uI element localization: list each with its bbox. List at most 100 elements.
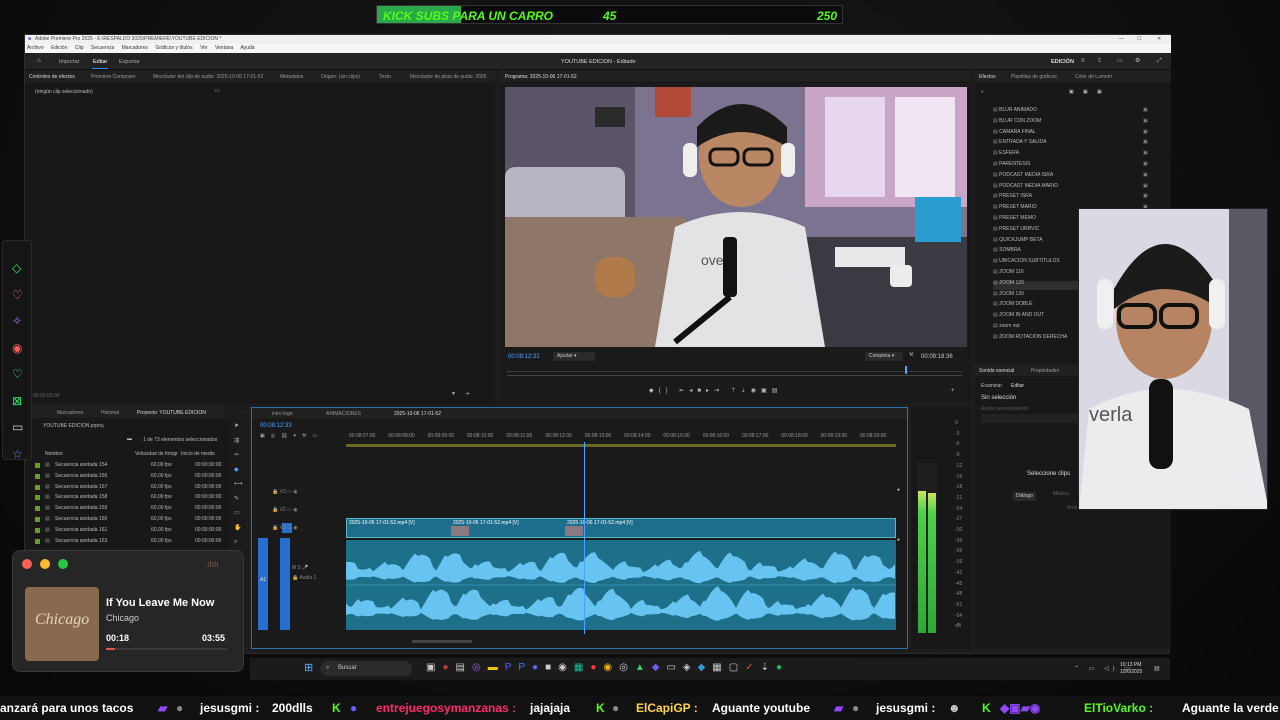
tab-exportar[interactable]: Exportar bbox=[119, 59, 140, 65]
a1-source-patch[interactable] bbox=[258, 538, 268, 630]
col-start[interactable]: Inicio de medio bbox=[181, 452, 215, 457]
minimize-dot[interactable] bbox=[40, 559, 50, 569]
work-area-bar[interactable] bbox=[346, 444, 896, 447]
tab-importar[interactable]: Importar bbox=[59, 59, 79, 65]
tab-premiere-composer[interactable]: Premiere Composer bbox=[91, 74, 136, 80]
app-green-icon[interactable]: ▲ bbox=[635, 662, 652, 673]
zoom-tool-icon[interactable]: ⌕ bbox=[234, 535, 243, 550]
32bit-icon[interactable]: ▣ bbox=[1083, 90, 1088, 95]
discord-icon[interactable]: ● bbox=[532, 662, 545, 673]
menu-edicion[interactable]: Edición bbox=[51, 45, 67, 51]
tab-intro-logo[interactable]: intro logo bbox=[272, 411, 293, 417]
workspaces-icon[interactable]: ≡ bbox=[1081, 58, 1085, 64]
tab-animaciones[interactable]: ANIMACIONES bbox=[326, 411, 361, 417]
tab-audio-clip-mixer[interactable]: Mezclador del clip de audio: 2025-10-06 … bbox=[153, 74, 263, 80]
effect-preset-item[interactable]: ▤ BLUR CON ZOOM ▣ bbox=[993, 118, 1153, 128]
selection-tool-icon[interactable]: ➤ bbox=[234, 419, 243, 434]
filter-icon[interactable]: ▼ bbox=[451, 392, 456, 397]
subtab-edit[interactable]: Editar bbox=[1011, 384, 1024, 389]
app-gear-icon[interactable]: ◈ bbox=[683, 662, 698, 673]
app-chat-icon[interactable]: ▤ bbox=[456, 662, 472, 673]
rectangle-tool-icon[interactable]: ▭ bbox=[234, 506, 243, 521]
audio-clip-a1[interactable] bbox=[346, 540, 896, 630]
project-row[interactable]: ▤ Secuencia anidada 154 60,00 fps 00:00:00:… bbox=[35, 463, 235, 472]
ripple-edit-icon[interactable]: ⇿ bbox=[234, 448, 243, 463]
mark-out-icon[interactable]: } bbox=[666, 388, 673, 394]
subtab-browse[interactable]: Examinar bbox=[981, 384, 1002, 389]
close-window-button[interactable]: ✕ bbox=[1157, 37, 1161, 42]
effect-preset-item[interactable]: ▤ PODCAST MEDIA MARIO ▣ bbox=[993, 183, 1153, 193]
start-icon[interactable]: ⊞ bbox=[304, 663, 313, 674]
track-height-handle-v[interactable]: ● bbox=[897, 488, 900, 493]
a1-target-indicator[interactable] bbox=[280, 538, 290, 630]
step-forward-icon[interactable]: ▸ bbox=[706, 388, 714, 394]
music-button[interactable]: Música bbox=[1053, 492, 1069, 497]
effect-preset-item[interactable]: ▤ PRESET ISRA ▣ bbox=[993, 194, 1153, 203]
effect-preset-item[interactable]: ▤ BLUR ANIMADO ▣ bbox=[993, 108, 1153, 117]
photoshop-icon[interactable]: P bbox=[518, 662, 532, 673]
track-v2-controls[interactable]: 🔒 V2 ▭ ◉ bbox=[272, 508, 298, 513]
app-record-icon[interactable]: ● bbox=[590, 662, 603, 673]
effect-preset-item[interactable]: ▤ PODCAST MEDIA ISRA ▣ bbox=[993, 172, 1153, 182]
effect-preset-item[interactable]: ▤ ESFERA ▣ bbox=[993, 151, 1153, 160]
track-v3-controls[interactable]: 🔒 V3 ▭ ◉ bbox=[272, 490, 298, 495]
ambience-button[interactable]: Amb bbox=[1067, 506, 1077, 511]
app-teal-icon[interactable]: ▦ bbox=[574, 662, 590, 673]
app-violet-icon[interactable]: ◆ bbox=[652, 662, 667, 673]
app-dl-icon[interactable]: ⇣ bbox=[761, 662, 776, 673]
menu-archivo[interactable]: Archivo bbox=[27, 45, 44, 51]
video-clip-v1[interactable]: 2025-10-06 17-01-52.mp4 [V] 2025-10-06 1… bbox=[346, 518, 896, 538]
timeline-timecode[interactable]: 00:08:12:33 bbox=[260, 423, 292, 429]
tab-history[interactable]: Historial bbox=[101, 410, 119, 416]
file-explorer-icon[interactable]: ▬ bbox=[488, 662, 505, 673]
effect-preset-item[interactable]: ▤ ENTRADA Y SALIDA ▣ bbox=[993, 140, 1153, 149]
folder-icon[interactable]: ▬ bbox=[127, 437, 132, 442]
effects-search-icon[interactable]: ⌕ bbox=[981, 90, 984, 95]
tab-essential-sound[interactable]: Sonido esencial bbox=[979, 368, 1014, 374]
program-playhead[interactable] bbox=[905, 366, 907, 374]
tab-graphics-templates[interactable]: Plantillas de gráficos bbox=[1011, 74, 1057, 80]
hand-tool-icon[interactable]: ✋ bbox=[234, 521, 243, 536]
tab-editar[interactable]: Editar bbox=[93, 59, 107, 65]
tab-markers[interactable]: Marcadores bbox=[57, 410, 83, 416]
tab-metadata[interactable]: Metadatos bbox=[280, 74, 303, 80]
export-frame-icon[interactable]: ⇥ bbox=[465, 392, 469, 397]
tab-sequence[interactable]: 2025-10-06 17-01-52 bbox=[394, 411, 441, 417]
play-icon[interactable]: ■ bbox=[697, 388, 706, 394]
project-row[interactable]: ▤ Secuencia anidada 161 60,00 fps 00:00:00:… bbox=[35, 527, 235, 537]
project-row[interactable]: ▤ Secuencia anidada 159 60,00 fps 00:00:00:… bbox=[35, 506, 235, 515]
track-progress[interactable] bbox=[106, 648, 227, 650]
linked-icon[interactable]: ⛓ bbox=[281, 433, 293, 439]
maximize-button[interactable]: ☐ bbox=[1137, 37, 1141, 42]
track-height-handle-a[interactable]: ● bbox=[897, 538, 900, 543]
workspace-name[interactable]: EDICIÓN bbox=[1051, 59, 1074, 65]
go-to-in-icon[interactable]: ⇤ bbox=[679, 388, 689, 394]
project-row[interactable]: ▤ Secuencia anidada 160 60,00 fps 00:00:00:… bbox=[35, 517, 235, 526]
panel-menu-icon[interactable]: ▭ bbox=[215, 89, 220, 94]
menu-graficos[interactable]: Gráficos y títulos bbox=[155, 45, 192, 51]
tab-project[interactable]: Proyecto: YOUTUBE EDICION bbox=[137, 410, 206, 416]
program-scrub-ruler[interactable] bbox=[507, 368, 962, 372]
quick-export-icon[interactable]: ▭ bbox=[1117, 58, 1123, 64]
mute-solo-icons[interactable]: M S 🎤 bbox=[292, 566, 309, 571]
app-blue-icon[interactable]: ◆ bbox=[698, 662, 713, 673]
app-mail-icon[interactable]: ▭ bbox=[666, 662, 682, 673]
chrome-icon[interactable]: ◉ bbox=[603, 662, 619, 673]
tab-source[interactable]: Origen: (sin clips) bbox=[321, 74, 360, 80]
menu-ventana[interactable]: Ventana bbox=[215, 45, 233, 51]
time-ruler[interactable]: 00:08:07:00 00:08:08:00 00:08:09:00 00:08:1… bbox=[346, 432, 896, 444]
menu-secuencia[interactable]: Secuencia bbox=[91, 45, 114, 51]
snap-icon[interactable]: ◎ bbox=[271, 433, 281, 439]
track-select-icon[interactable]: ⇶ bbox=[234, 434, 243, 449]
app-red-icon[interactable]: ● bbox=[442, 662, 455, 673]
go-to-out-icon[interactable]: ⇥ bbox=[714, 388, 724, 394]
menu-ayuda[interactable]: Ayuda bbox=[240, 45, 254, 51]
minimize-button[interactable]: — bbox=[1119, 37, 1124, 42]
maximize-dot[interactable] bbox=[58, 559, 68, 569]
camera-icon[interactable]: ◉ bbox=[751, 388, 761, 394]
yuv-icon[interactable]: ▣ bbox=[1097, 90, 1102, 95]
nest-icon[interactable]: ▣ bbox=[260, 433, 271, 439]
marker-icon[interactable]: ▾ bbox=[293, 433, 302, 439]
spotify-icon[interactable]: ● bbox=[776, 662, 789, 673]
tab-text[interactable]: Texto bbox=[379, 74, 391, 80]
